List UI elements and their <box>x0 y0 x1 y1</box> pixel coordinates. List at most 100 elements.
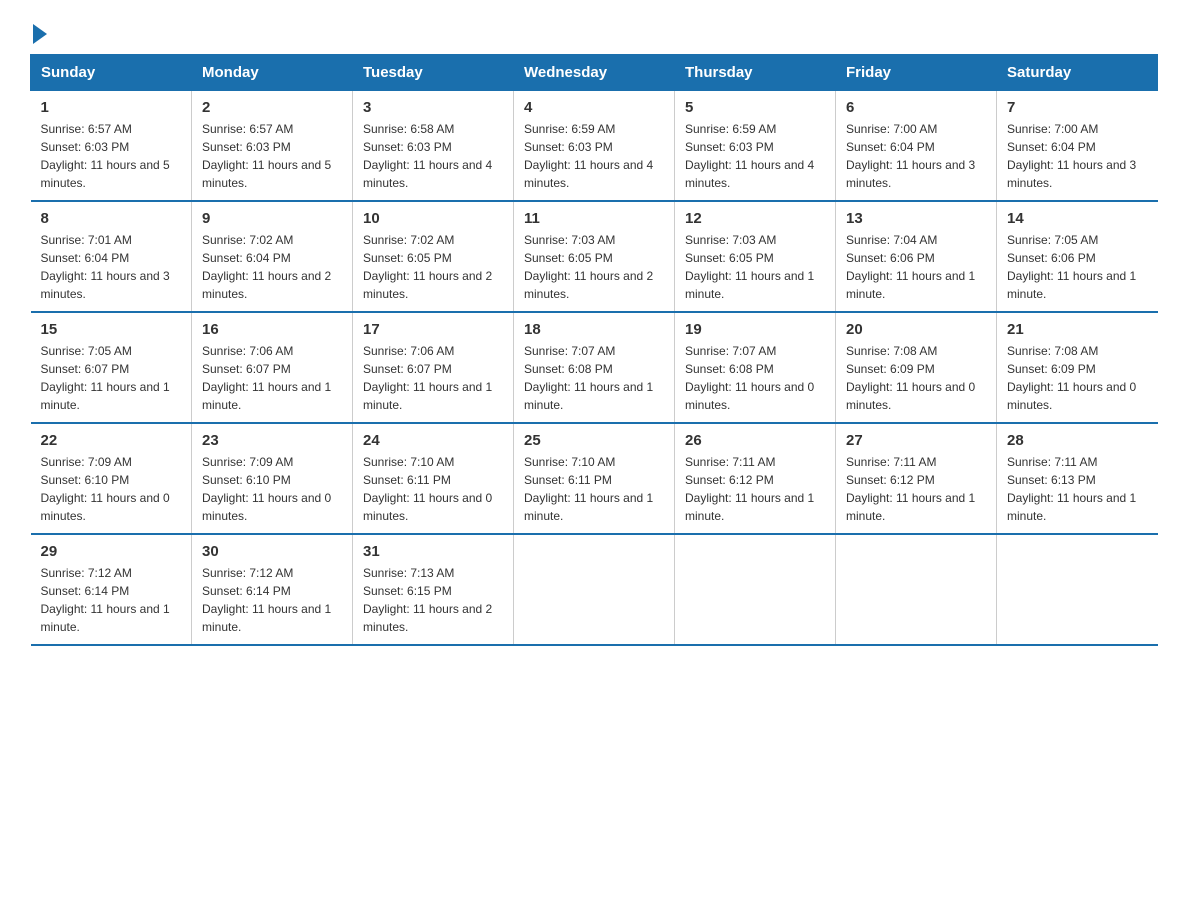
day-number: 15 <box>41 321 182 338</box>
calendar-cell: 31 Sunrise: 7:13 AMSunset: 6:15 PMDaylig… <box>353 534 514 645</box>
day-info: Sunrise: 6:59 AMSunset: 6:03 PMDaylight:… <box>685 122 814 190</box>
day-info: Sunrise: 7:12 AMSunset: 6:14 PMDaylight:… <box>202 566 331 634</box>
day-number: 5 <box>685 99 825 116</box>
day-number: 1 <box>41 99 182 116</box>
day-info: Sunrise: 7:00 AMSunset: 6:04 PMDaylight:… <box>846 122 975 190</box>
day-number: 21 <box>1007 321 1148 338</box>
calendar-cell: 18 Sunrise: 7:07 AMSunset: 6:08 PMDaylig… <box>514 312 675 423</box>
day-info: Sunrise: 7:00 AMSunset: 6:04 PMDaylight:… <box>1007 122 1136 190</box>
calendar-cell: 30 Sunrise: 7:12 AMSunset: 6:14 PMDaylig… <box>192 534 353 645</box>
day-info: Sunrise: 7:11 AMSunset: 6:13 PMDaylight:… <box>1007 455 1136 523</box>
weekday-header-row: SundayMondayTuesdayWednesdayThursdayFrid… <box>31 55 1158 91</box>
calendar-cell: 10 Sunrise: 7:02 AMSunset: 6:05 PMDaylig… <box>353 201 514 312</box>
calendar-cell: 17 Sunrise: 7:06 AMSunset: 6:07 PMDaylig… <box>353 312 514 423</box>
calendar-cell: 25 Sunrise: 7:10 AMSunset: 6:11 PMDaylig… <box>514 423 675 534</box>
day-number: 18 <box>524 321 664 338</box>
logo-arrow-icon <box>33 24 47 44</box>
calendar-cell: 23 Sunrise: 7:09 AMSunset: 6:10 PMDaylig… <box>192 423 353 534</box>
week-row-2: 8 Sunrise: 7:01 AMSunset: 6:04 PMDayligh… <box>31 201 1158 312</box>
calendar-cell: 1 Sunrise: 6:57 AMSunset: 6:03 PMDayligh… <box>31 91 192 202</box>
calendar-cell: 6 Sunrise: 7:00 AMSunset: 6:04 PMDayligh… <box>836 91 997 202</box>
day-number: 28 <box>1007 432 1148 449</box>
logo <box>30 20 47 44</box>
weekday-header-friday: Friday <box>836 55 997 91</box>
weekday-header-tuesday: Tuesday <box>353 55 514 91</box>
calendar-cell: 19 Sunrise: 7:07 AMSunset: 6:08 PMDaylig… <box>675 312 836 423</box>
day-info: Sunrise: 6:59 AMSunset: 6:03 PMDaylight:… <box>524 122 653 190</box>
day-info: Sunrise: 7:07 AMSunset: 6:08 PMDaylight:… <box>685 344 814 412</box>
week-row-5: 29 Sunrise: 7:12 AMSunset: 6:14 PMDaylig… <box>31 534 1158 645</box>
day-number: 7 <box>1007 99 1148 116</box>
calendar-cell: 27 Sunrise: 7:11 AMSunset: 6:12 PMDaylig… <box>836 423 997 534</box>
weekday-header-monday: Monday <box>192 55 353 91</box>
day-info: Sunrise: 7:04 AMSunset: 6:06 PMDaylight:… <box>846 233 975 301</box>
day-number: 2 <box>202 99 342 116</box>
day-info: Sunrise: 7:13 AMSunset: 6:15 PMDaylight:… <box>363 566 492 634</box>
day-number: 19 <box>685 321 825 338</box>
calendar-cell: 3 Sunrise: 6:58 AMSunset: 6:03 PMDayligh… <box>353 91 514 202</box>
day-info: Sunrise: 7:02 AMSunset: 6:04 PMDaylight:… <box>202 233 331 301</box>
calendar-cell <box>675 534 836 645</box>
day-info: Sunrise: 7:06 AMSunset: 6:07 PMDaylight:… <box>202 344 331 412</box>
day-number: 24 <box>363 432 503 449</box>
calendar-cell: 12 Sunrise: 7:03 AMSunset: 6:05 PMDaylig… <box>675 201 836 312</box>
day-info: Sunrise: 7:08 AMSunset: 6:09 PMDaylight:… <box>1007 344 1136 412</box>
day-number: 13 <box>846 210 986 227</box>
calendar-cell <box>514 534 675 645</box>
day-info: Sunrise: 7:10 AMSunset: 6:11 PMDaylight:… <box>524 455 653 523</box>
calendar-cell: 26 Sunrise: 7:11 AMSunset: 6:12 PMDaylig… <box>675 423 836 534</box>
week-row-3: 15 Sunrise: 7:05 AMSunset: 6:07 PMDaylig… <box>31 312 1158 423</box>
weekday-header-wednesday: Wednesday <box>514 55 675 91</box>
page-header <box>30 20 1158 44</box>
day-info: Sunrise: 7:11 AMSunset: 6:12 PMDaylight:… <box>685 455 814 523</box>
day-number: 23 <box>202 432 342 449</box>
calendar-cell: 11 Sunrise: 7:03 AMSunset: 6:05 PMDaylig… <box>514 201 675 312</box>
calendar-cell: 5 Sunrise: 6:59 AMSunset: 6:03 PMDayligh… <box>675 91 836 202</box>
calendar-cell: 2 Sunrise: 6:57 AMSunset: 6:03 PMDayligh… <box>192 91 353 202</box>
calendar-cell: 16 Sunrise: 7:06 AMSunset: 6:07 PMDaylig… <box>192 312 353 423</box>
calendar-cell: 4 Sunrise: 6:59 AMSunset: 6:03 PMDayligh… <box>514 91 675 202</box>
calendar-cell: 7 Sunrise: 7:00 AMSunset: 6:04 PMDayligh… <box>997 91 1158 202</box>
day-number: 31 <box>363 543 503 560</box>
day-number: 8 <box>41 210 182 227</box>
weekday-header-saturday: Saturday <box>997 55 1158 91</box>
day-info: Sunrise: 7:11 AMSunset: 6:12 PMDaylight:… <box>846 455 975 523</box>
day-number: 20 <box>846 321 986 338</box>
day-number: 3 <box>363 99 503 116</box>
calendar-cell: 20 Sunrise: 7:08 AMSunset: 6:09 PMDaylig… <box>836 312 997 423</box>
calendar-cell <box>836 534 997 645</box>
day-info: Sunrise: 7:07 AMSunset: 6:08 PMDaylight:… <box>524 344 653 412</box>
day-info: Sunrise: 6:57 AMSunset: 6:03 PMDaylight:… <box>202 122 331 190</box>
day-number: 29 <box>41 543 182 560</box>
calendar-cell: 8 Sunrise: 7:01 AMSunset: 6:04 PMDayligh… <box>31 201 192 312</box>
calendar-table: SundayMondayTuesdayWednesdayThursdayFrid… <box>30 54 1158 646</box>
calendar-cell <box>997 534 1158 645</box>
day-info: Sunrise: 7:02 AMSunset: 6:05 PMDaylight:… <box>363 233 492 301</box>
day-number: 17 <box>363 321 503 338</box>
day-number: 14 <box>1007 210 1148 227</box>
day-info: Sunrise: 7:10 AMSunset: 6:11 PMDaylight:… <box>363 455 492 523</box>
week-row-1: 1 Sunrise: 6:57 AMSunset: 6:03 PMDayligh… <box>31 91 1158 202</box>
day-number: 26 <box>685 432 825 449</box>
day-number: 30 <box>202 543 342 560</box>
weekday-header-thursday: Thursday <box>675 55 836 91</box>
calendar-cell: 21 Sunrise: 7:08 AMSunset: 6:09 PMDaylig… <box>997 312 1158 423</box>
day-number: 16 <box>202 321 342 338</box>
calendar-cell: 29 Sunrise: 7:12 AMSunset: 6:14 PMDaylig… <box>31 534 192 645</box>
day-number: 22 <box>41 432 182 449</box>
day-info: Sunrise: 6:58 AMSunset: 6:03 PMDaylight:… <box>363 122 492 190</box>
calendar-cell: 9 Sunrise: 7:02 AMSunset: 6:04 PMDayligh… <box>192 201 353 312</box>
day-number: 11 <box>524 210 664 227</box>
calendar-cell: 24 Sunrise: 7:10 AMSunset: 6:11 PMDaylig… <box>353 423 514 534</box>
day-info: Sunrise: 7:05 AMSunset: 6:06 PMDaylight:… <box>1007 233 1136 301</box>
calendar-cell: 28 Sunrise: 7:11 AMSunset: 6:13 PMDaylig… <box>997 423 1158 534</box>
day-number: 12 <box>685 210 825 227</box>
day-info: Sunrise: 7:08 AMSunset: 6:09 PMDaylight:… <box>846 344 975 412</box>
day-number: 4 <box>524 99 664 116</box>
day-info: Sunrise: 7:06 AMSunset: 6:07 PMDaylight:… <box>363 344 492 412</box>
calendar-cell: 13 Sunrise: 7:04 AMSunset: 6:06 PMDaylig… <box>836 201 997 312</box>
day-number: 9 <box>202 210 342 227</box>
day-info: Sunrise: 7:09 AMSunset: 6:10 PMDaylight:… <box>41 455 170 523</box>
day-info: Sunrise: 7:09 AMSunset: 6:10 PMDaylight:… <box>202 455 331 523</box>
day-number: 25 <box>524 432 664 449</box>
